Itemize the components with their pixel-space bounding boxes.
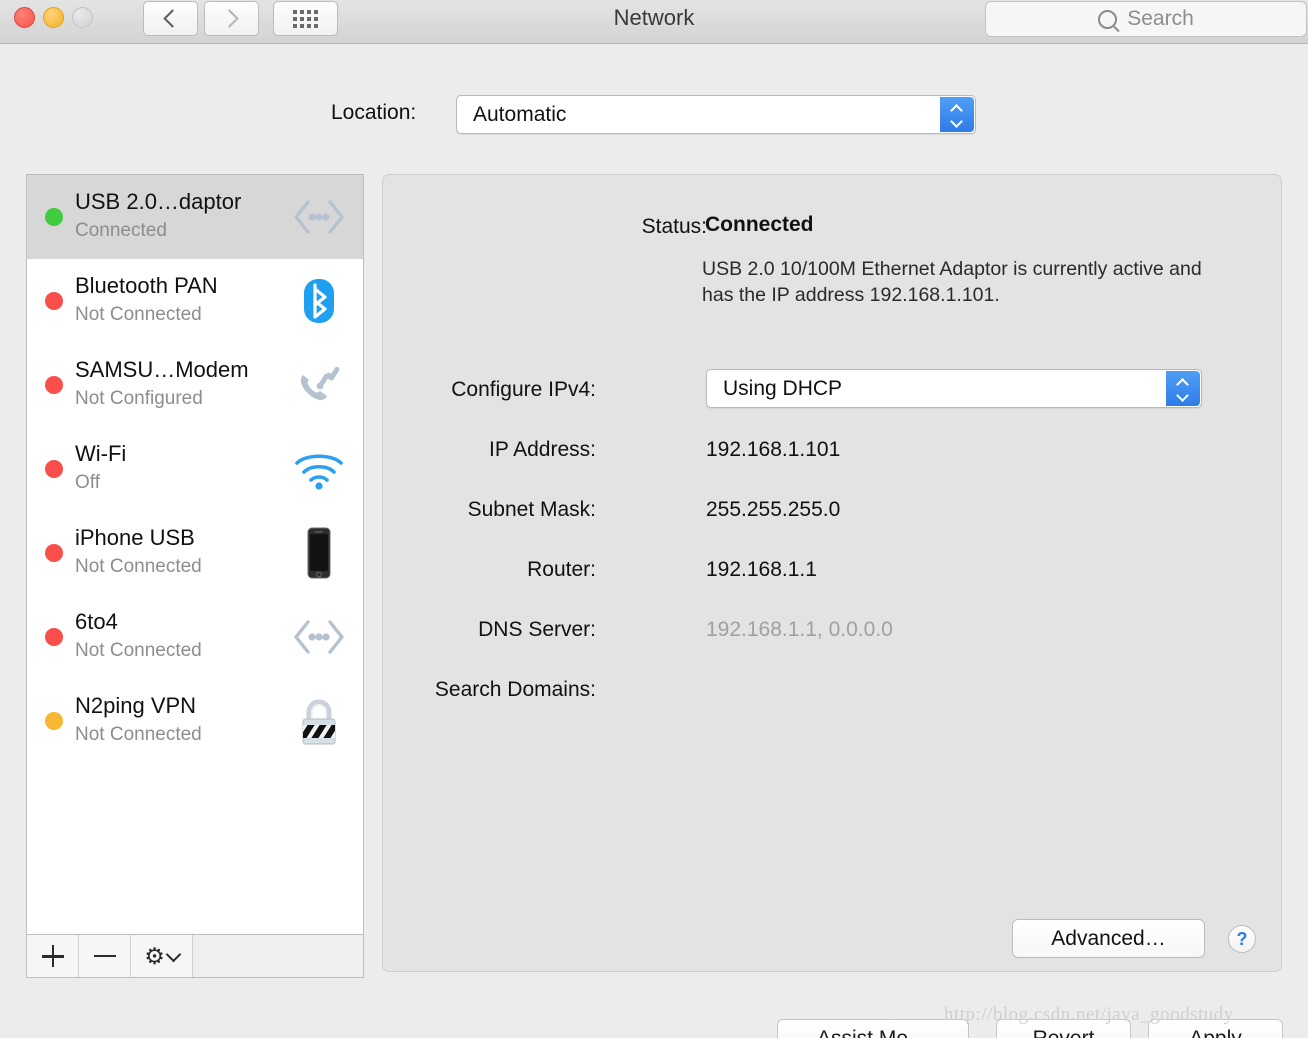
subnet-mask-value: 255.255.255.0 xyxy=(706,498,841,521)
help-icon: ? xyxy=(1236,928,1248,949)
location-stepper[interactable] xyxy=(940,97,974,132)
revert-label: Revert xyxy=(1033,1027,1095,1038)
service-status: Not Configured xyxy=(75,388,203,409)
apply-label: Apply xyxy=(1189,1027,1242,1038)
service-row-bluetooth-pan[interactable]: Bluetooth PAN Not Connected xyxy=(27,259,363,343)
search-icon xyxy=(1098,9,1118,29)
configure-ipv4-value: Using DHCP xyxy=(723,376,843,400)
advanced-button-label: Advanced… xyxy=(1051,926,1166,950)
dns-server-label: DNS Server: xyxy=(478,618,596,641)
service-row-usb-ethernet[interactable]: USB 2.0…daptor Connected xyxy=(27,175,363,259)
location-value: Automatic xyxy=(473,102,567,126)
service-row-n2ping-vpn[interactable]: N2ping VPN Not Connected xyxy=(27,679,363,763)
add-service-button[interactable] xyxy=(27,935,79,977)
wifi-icon xyxy=(295,454,343,490)
service-status: Not Connected xyxy=(75,640,202,661)
service-name: Bluetooth PAN xyxy=(75,273,218,298)
status-dot xyxy=(45,712,63,730)
status-dot xyxy=(45,628,63,646)
ip-address-label: IP Address: xyxy=(488,438,596,461)
service-status: Not Connected xyxy=(75,304,202,325)
ethernet-icon xyxy=(294,200,344,234)
service-list[interactable]: USB 2.0…daptor Connected Bluetooth PAN N… xyxy=(26,174,364,934)
plus-icon xyxy=(41,945,64,967)
chevron-down-icon xyxy=(952,118,963,125)
bluetooth-icon xyxy=(304,279,334,323)
ip-address-value: 192.168.1.101 xyxy=(706,438,841,461)
router-value: 192.168.1.1 xyxy=(706,558,817,581)
service-list-toolbar: ⚙ xyxy=(26,934,364,978)
service-name: N2ping VPN xyxy=(75,693,197,718)
configure-ipv4-label: Configure IPv4: xyxy=(451,378,596,401)
service-row-samsung-modem[interactable]: SAMSU…Modem Not Configured xyxy=(27,343,363,427)
titlebar: Network Search xyxy=(0,0,1308,44)
service-row-iphone-usb[interactable]: iPhone USB Not Connected xyxy=(27,511,363,595)
service-name: SAMSU…Modem xyxy=(75,357,249,382)
status-dot xyxy=(45,292,63,310)
status-dot xyxy=(45,544,63,562)
configure-ipv4-dropdown[interactable]: Using DHCP xyxy=(706,369,1202,408)
service-actions-button[interactable]: ⚙ xyxy=(131,935,193,977)
remove-service-button[interactable] xyxy=(79,935,131,977)
router-label: Router: xyxy=(527,558,596,581)
status-label: Status: xyxy=(641,215,707,238)
watermark: http://blog.csdn.net/java_goodstudy xyxy=(944,1004,1234,1025)
chevron-down-icon xyxy=(165,946,182,962)
chevron-up-icon xyxy=(952,105,963,112)
status-description: USB 2.0 10/100M Ethernet Adaptor is curr… xyxy=(702,258,1202,306)
help-button[interactable]: ? xyxy=(1228,925,1256,953)
service-name: Wi-Fi xyxy=(75,441,127,466)
chevron-down-icon xyxy=(1178,392,1189,399)
status-dot xyxy=(45,208,63,226)
service-status: Connected xyxy=(75,220,167,241)
status-dot xyxy=(45,460,63,478)
minus-icon xyxy=(93,954,116,958)
search-placeholder: Search xyxy=(1127,7,1194,30)
search-input[interactable]: Search xyxy=(985,1,1307,37)
service-status: Off xyxy=(75,472,100,493)
assist-me-label: Assist Me… xyxy=(817,1027,929,1038)
vpn-lock-icon xyxy=(302,699,336,745)
search-domains-label: Search Domains: xyxy=(434,678,596,701)
location-dropdown[interactable]: Automatic xyxy=(456,95,976,134)
gear-icon: ⚙ xyxy=(144,942,165,969)
modem-icon xyxy=(300,366,340,400)
dns-server-value[interactable]: 192.168.1.1, 0.0.0.0 xyxy=(706,618,893,642)
advanced-button[interactable]: Advanced… xyxy=(1012,919,1205,958)
status-value: Connected xyxy=(705,213,814,236)
network-preferences-window: Network Search Location: Automatic USB 2… xyxy=(0,0,1308,1038)
chevron-up-icon xyxy=(1178,379,1189,386)
location-label: Location: xyxy=(331,101,417,124)
ethernet-icon xyxy=(294,620,344,654)
iphone-icon xyxy=(307,527,331,579)
service-row-wifi[interactable]: Wi-Fi Off xyxy=(27,427,363,511)
configure-ipv4-stepper[interactable] xyxy=(1166,371,1200,406)
service-row-6to4[interactable]: 6to4 Not Connected xyxy=(27,595,363,679)
service-name: USB 2.0…daptor xyxy=(75,189,242,214)
assist-me-button[interactable]: Assist Me… xyxy=(777,1019,969,1038)
service-name: 6to4 xyxy=(75,609,118,634)
toolbar-spacer xyxy=(193,935,363,977)
status-dot xyxy=(45,376,63,394)
service-status: Not Connected xyxy=(75,724,202,745)
service-name: iPhone USB xyxy=(75,525,195,550)
subnet-mask-label: Subnet Mask: xyxy=(467,498,596,521)
service-status: Not Connected xyxy=(75,556,202,577)
